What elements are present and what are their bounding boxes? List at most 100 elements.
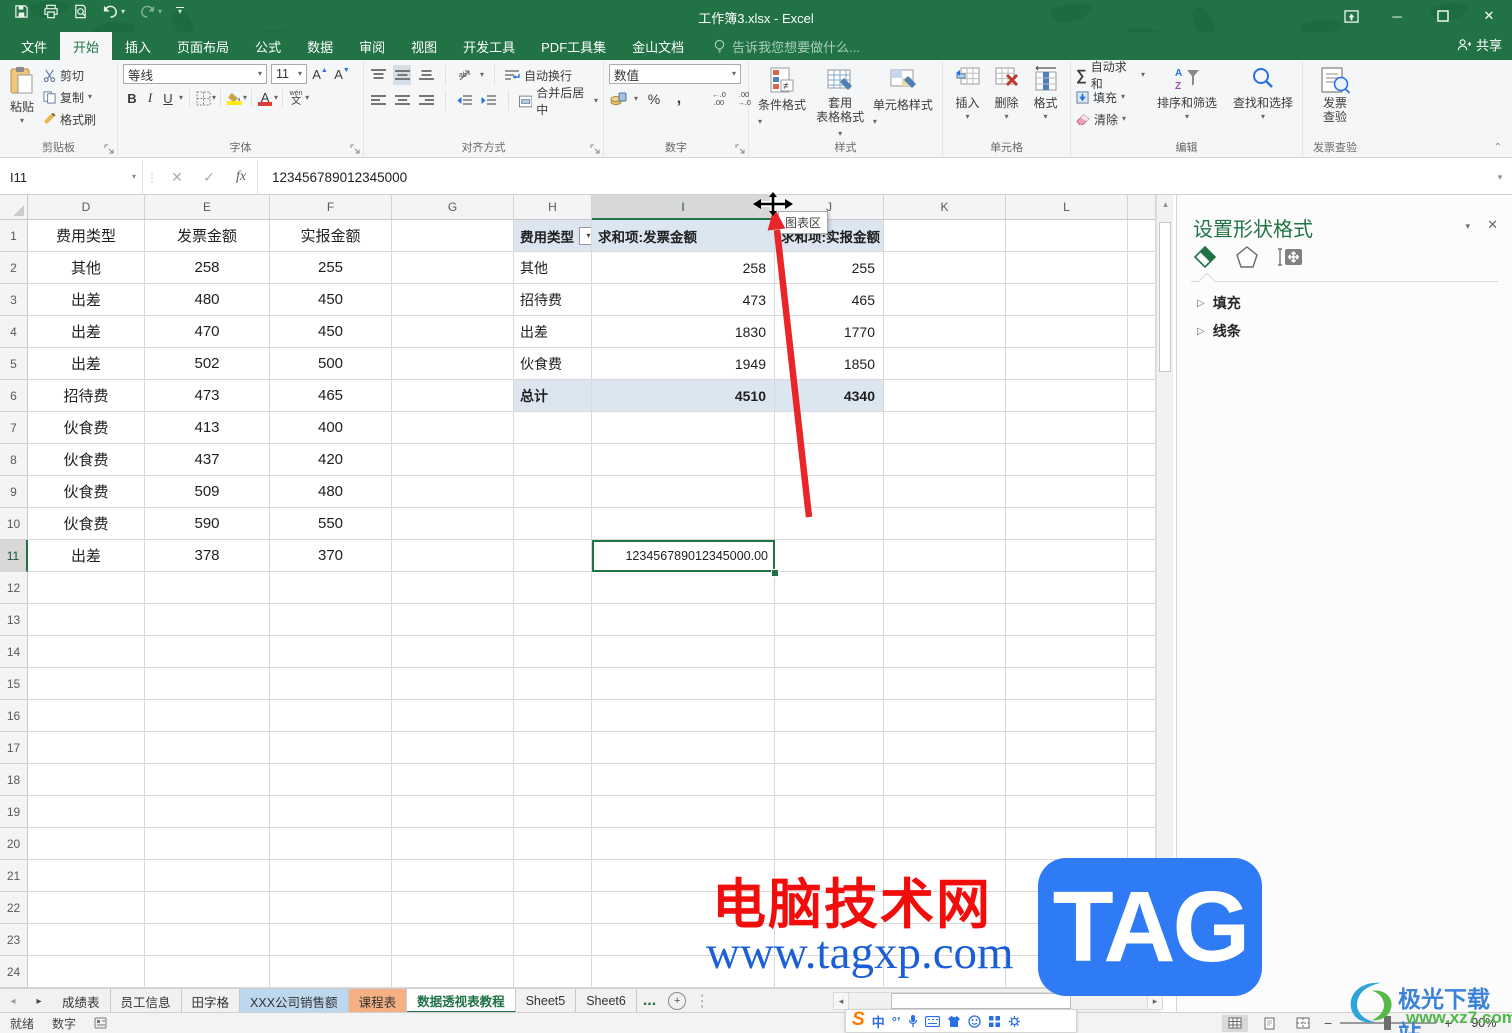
- grid-cell[interactable]: 400: [270, 412, 392, 444]
- grid-cell[interactable]: 其他: [514, 252, 592, 284]
- column-header-K[interactable]: K: [884, 195, 1006, 220]
- column-header-I[interactable]: I: [592, 195, 775, 220]
- grid-cell[interactable]: 1850: [775, 348, 884, 380]
- grid-cell[interactable]: 1949: [592, 348, 775, 380]
- clear-button[interactable]: 清除 ▾: [1076, 108, 1145, 130]
- grid-cell[interactable]: [28, 700, 145, 732]
- merge-center-button[interactable]: 合并后居中 ▾: [518, 86, 598, 117]
- grid-cell[interactable]: [1128, 444, 1156, 476]
- grid-cell[interactable]: [270, 604, 392, 636]
- grid-cell[interactable]: 470: [145, 316, 270, 348]
- row-header-4[interactable]: 4: [0, 316, 28, 348]
- grid-cell[interactable]: [884, 444, 1006, 476]
- vertical-scroll-thumb[interactable]: [1159, 222, 1171, 372]
- grid-cell[interactable]: [884, 476, 1006, 508]
- sheet-tab-XXX公司销售额[interactable]: XXX公司销售额: [240, 989, 349, 1013]
- grid-cell[interactable]: [392, 924, 514, 956]
- middle-align-button[interactable]: [393, 65, 411, 85]
- grid-cell[interactable]: [1006, 380, 1128, 412]
- grid-cell[interactable]: 4340: [775, 380, 884, 412]
- grid-cell[interactable]: [514, 636, 592, 668]
- grid-cell[interactable]: [270, 796, 392, 828]
- grid-cell[interactable]: [392, 668, 514, 700]
- grid-cell[interactable]: [1128, 604, 1156, 636]
- grid-cell[interactable]: [775, 764, 884, 796]
- ribbon-tab-公式[interactable]: 公式: [242, 32, 294, 60]
- ribbon-tab-开发工具[interactable]: 开发工具: [450, 32, 528, 60]
- grid-cell[interactable]: [145, 828, 270, 860]
- column-header-D[interactable]: D: [28, 195, 145, 220]
- grid-cell[interactable]: [884, 508, 1006, 540]
- grid-cell[interactable]: 1770: [775, 316, 884, 348]
- zoom-out-button[interactable]: −: [1324, 1015, 1332, 1031]
- autosum-button[interactable]: ∑ 自动求和 ▾: [1076, 60, 1145, 91]
- grid-cell[interactable]: [392, 604, 514, 636]
- page-layout-view-button[interactable]: [1256, 1015, 1282, 1032]
- grid-cell[interactable]: [392, 572, 514, 604]
- comma-style-button[interactable]: ,: [670, 89, 688, 109]
- ribbon-tab-开始[interactable]: 开始: [60, 32, 113, 60]
- normal-view-button[interactable]: [1222, 1014, 1248, 1032]
- ribbon-display-options-button[interactable]: [1328, 0, 1374, 32]
- grid-cell[interactable]: [514, 412, 592, 444]
- bottom-align-button[interactable]: [417, 65, 435, 85]
- grid-cell[interactable]: [1128, 220, 1156, 252]
- invoice-check-button[interactable]: 发票 查验: [1308, 64, 1362, 127]
- grid-cell[interactable]: [884, 700, 1006, 732]
- align-right-button[interactable]: [417, 91, 435, 111]
- grid-cell[interactable]: [1128, 828, 1156, 860]
- grid-cell[interactable]: 258: [592, 252, 775, 284]
- grid-cell[interactable]: 450: [270, 284, 392, 316]
- orientation-button[interactable]: ab: [456, 65, 474, 85]
- grid-cell[interactable]: [28, 668, 145, 700]
- grid-cell[interactable]: [884, 732, 1006, 764]
- grid-cell[interactable]: 出差: [514, 316, 592, 348]
- grid-cell[interactable]: [514, 668, 592, 700]
- grid-cell[interactable]: [514, 828, 592, 860]
- grid-cell[interactable]: [1128, 412, 1156, 444]
- grid-cell[interactable]: [145, 636, 270, 668]
- sheet-tab-数据透视表教程[interactable]: 数据透视表教程: [407, 989, 516, 1013]
- grid-cell[interactable]: [514, 924, 592, 956]
- grid-cell[interactable]: 出差: [28, 540, 145, 572]
- save-button[interactable]: [14, 4, 29, 19]
- grid-cell[interactable]: [592, 412, 775, 444]
- clipboard-dialog-launcher[interactable]: [104, 144, 115, 155]
- pane-menu-dropdown[interactable]: ▾: [1465, 221, 1470, 232]
- ime-skin-icon[interactable]: [947, 1015, 961, 1028]
- grid-cell[interactable]: [1006, 508, 1128, 540]
- ribbon-tab-审阅[interactable]: 审阅: [346, 32, 398, 60]
- grid-cell[interactable]: 费用类型 ▾: [514, 220, 592, 252]
- grid-cell[interactable]: [145, 668, 270, 700]
- insert-cells-button[interactable]: 插入 ▾: [951, 64, 985, 123]
- minimize-button[interactable]: ─: [1374, 0, 1420, 32]
- column-header-partial[interactable]: [1128, 195, 1156, 220]
- effects-icon[interactable]: [1235, 245, 1259, 269]
- grid-cell[interactable]: [392, 316, 514, 348]
- wrap-text-button[interactable]: 自动换行: [505, 64, 572, 86]
- fill-color-button[interactable]: [225, 88, 243, 108]
- phonetic-guide-button[interactable]: wén 文: [287, 88, 305, 108]
- grid-cell[interactable]: [1128, 668, 1156, 700]
- grid-cell[interactable]: [514, 732, 592, 764]
- row-header-19[interactable]: 19: [0, 796, 28, 828]
- fill-handle[interactable]: [771, 569, 779, 577]
- grid-cell[interactable]: 其他: [28, 252, 145, 284]
- grid-cell[interactable]: [392, 636, 514, 668]
- grid-cell[interactable]: [592, 700, 775, 732]
- sheet-nav-next-button[interactable]: ▸: [26, 989, 52, 1013]
- grid-cell[interactable]: [28, 732, 145, 764]
- grid-cell[interactable]: [884, 668, 1006, 700]
- row-header-21[interactable]: 21: [0, 860, 28, 892]
- grid-cell[interactable]: [592, 508, 775, 540]
- grid-cell[interactable]: [392, 892, 514, 924]
- grid-cell[interactable]: [392, 508, 514, 540]
- grid-cell[interactable]: [514, 796, 592, 828]
- grid-cell[interactable]: 招待费: [514, 284, 592, 316]
- grid-cell[interactable]: [28, 828, 145, 860]
- row-header-20[interactable]: 20: [0, 828, 28, 860]
- grid-cell[interactable]: [1128, 252, 1156, 284]
- grid-cell[interactable]: [270, 764, 392, 796]
- grid-cell[interactable]: [1006, 412, 1128, 444]
- grid-cell[interactable]: [1128, 700, 1156, 732]
